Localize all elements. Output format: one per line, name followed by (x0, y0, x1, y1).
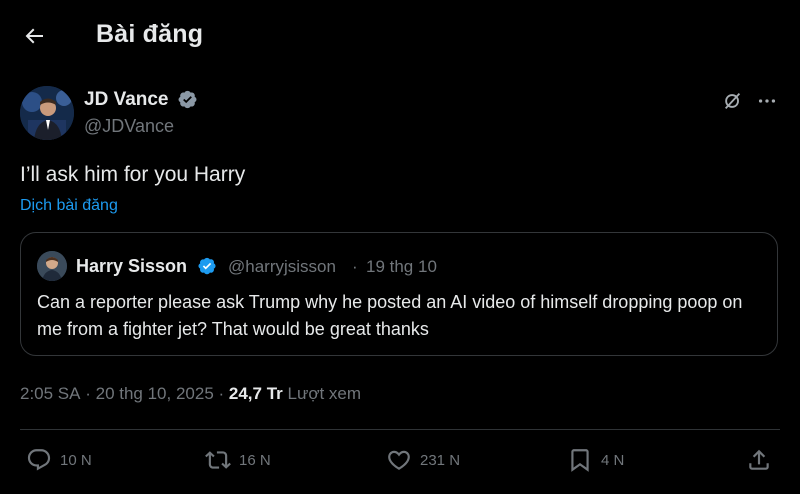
reply-count: 10 N (60, 451, 92, 469)
separator-dot: · (352, 257, 358, 276)
like-icon (388, 450, 410, 470)
share-icon (749, 449, 769, 470)
views-count: 24,7 Tr (228, 384, 283, 403)
quote-author-handle: @harryjsisson (228, 257, 336, 276)
like-button[interactable]: 231 N (386, 447, 460, 473)
translate-post-link[interactable]: Dịch bài đăng (20, 197, 118, 215)
views-label: Lượt xem (287, 384, 362, 403)
verified-badge-icon (197, 256, 217, 276)
divider (20, 429, 780, 430)
author-handle[interactable]: @JDVance (84, 116, 174, 137)
quote-author-name: Harry Sisson (76, 256, 188, 276)
bookmark-count: 4 N (601, 451, 625, 469)
quote-author-avatar[interactable] (37, 251, 67, 281)
bookmark-button[interactable]: 4 N (567, 447, 624, 473)
share-button[interactable] (746, 447, 772, 473)
repost-count: 16 N (239, 451, 271, 469)
separator-dot: · (80, 384, 96, 403)
verified-badge-icon (177, 89, 198, 110)
page-title: Bài đăng (96, 20, 204, 48)
more-icon[interactable] (752, 86, 782, 116)
repost-button[interactable]: 16 N (205, 447, 271, 473)
grok-icon[interactable] (718, 86, 748, 116)
post-text: I’ll ask him for you Harry (20, 163, 246, 186)
post-meta: 2:05 SA · 20 thg 10, 2025 · 24,7 Tr Lượt… (20, 384, 361, 404)
author-name[interactable]: JD Vance (84, 89, 169, 111)
back-arrow-icon[interactable] (16, 18, 52, 54)
post-time[interactable]: 2:05 SA (20, 384, 81, 404)
repost-icon (205, 451, 231, 469)
post-date[interactable]: 20 thg 10, 2025 (96, 384, 214, 404)
like-count: 231 N (420, 451, 461, 469)
quote-text: Can a reporter please ask Trump why he p… (37, 292, 743, 339)
author-avatar[interactable] (20, 86, 74, 140)
quote-date: 19 thg 10 (366, 257, 437, 276)
bookmark-icon (571, 449, 589, 472)
reply-icon (27, 449, 51, 471)
reply-button[interactable]: 10 N (26, 447, 92, 473)
separator-dot: · (213, 384, 229, 403)
